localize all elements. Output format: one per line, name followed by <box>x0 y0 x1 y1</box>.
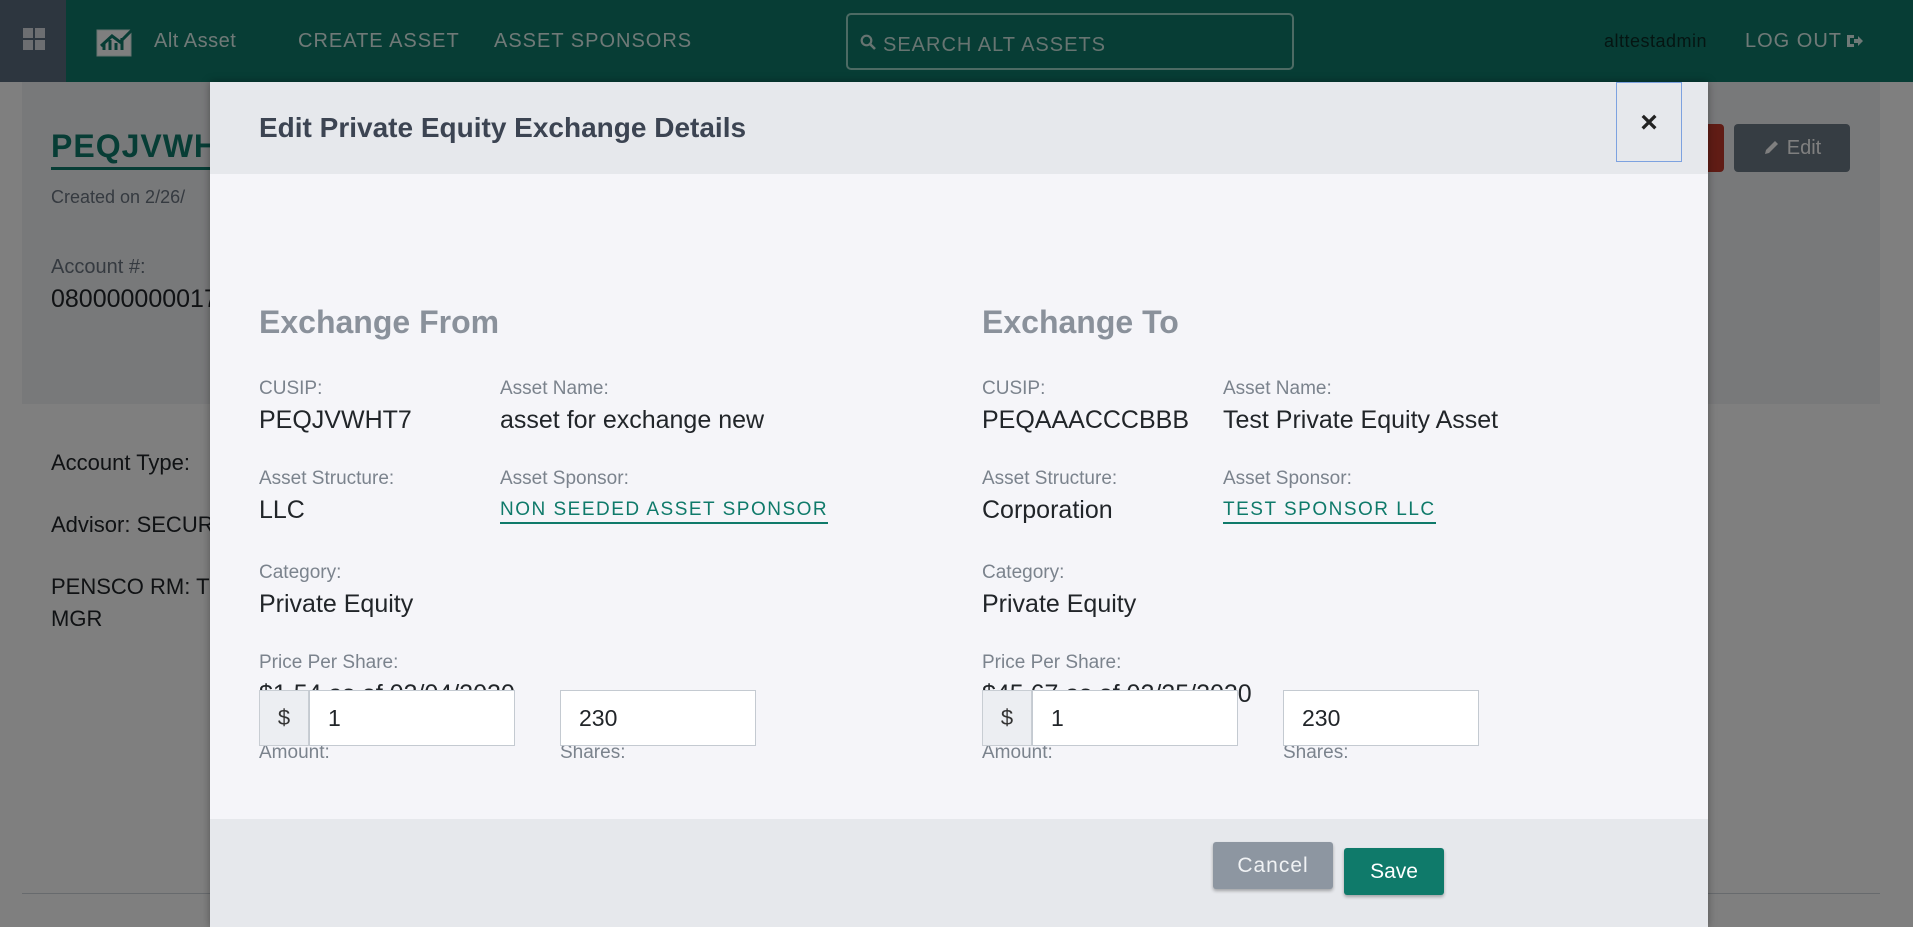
currency-addon: $ <box>982 690 1032 746</box>
to-amount-input[interactable] <box>1032 690 1238 746</box>
from-amount-input[interactable] <box>309 690 515 746</box>
category-value: Private Equity <box>259 590 414 618</box>
cusip-label: CUSIP: <box>259 378 323 399</box>
asset-name-label: Asset Name: <box>500 378 609 399</box>
close-button[interactable]: × <box>1616 82 1682 162</box>
asset-structure-label: Asset Structure: <box>259 468 395 489</box>
asset-structure-label: Asset Structure: <box>982 468 1118 489</box>
asset-structure-value: LLC <box>259 496 305 524</box>
close-icon: × <box>1640 106 1658 139</box>
price-per-share-label: Price Per Share: <box>259 652 399 673</box>
category-label: Category: <box>259 562 342 583</box>
currency-addon: $ <box>259 690 309 746</box>
category-value: Private Equity <box>982 590 1137 618</box>
asset-structure-value: Corporation <box>982 496 1113 524</box>
save-button[interactable]: Save <box>1344 848 1444 895</box>
asset-name-value: asset for exchange new <box>500 406 765 434</box>
asset-name-label: Asset Name: <box>1223 378 1332 399</box>
exchange-to-heading: Exchange To <box>982 304 1179 340</box>
from-amount-group: $ <box>259 690 515 746</box>
modal-footer <box>210 819 1708 927</box>
category-label: Category: <box>982 562 1065 583</box>
asset-name-value: Test Private Equity Asset <box>1223 406 1499 434</box>
modal-title: Edit Private Equity Exchange Details <box>259 112 747 143</box>
exchange-from-heading: Exchange From <box>259 304 500 340</box>
cusip-label: CUSIP: <box>982 378 1046 399</box>
asset-sponsor-link[interactable]: TEST SPONSOR LLC <box>1223 499 1436 524</box>
asset-sponsor-label: Asset Sponsor: <box>500 468 629 489</box>
asset-sponsor-link[interactable]: NON SEEDED ASSET SPONSOR <box>500 499 829 524</box>
to-shares-input[interactable] <box>1283 690 1479 746</box>
cusip-value: PEQAAACCCBBB <box>982 406 1190 434</box>
to-amount-group: $ <box>982 690 1238 746</box>
edit-exchange-modal: Edit Private Equity Exchange Details × E… <box>210 82 1708 927</box>
from-shares-input[interactable] <box>560 690 756 746</box>
cusip-value: PEQJVWHT7 <box>259 406 412 434</box>
modal-header: Edit Private Equity Exchange Details × <box>210 82 1708 174</box>
price-per-share-label: Price Per Share: <box>982 652 1122 673</box>
asset-sponsor-label: Asset Sponsor: <box>1223 468 1352 489</box>
cancel-button[interactable]: Cancel <box>1213 842 1333 889</box>
